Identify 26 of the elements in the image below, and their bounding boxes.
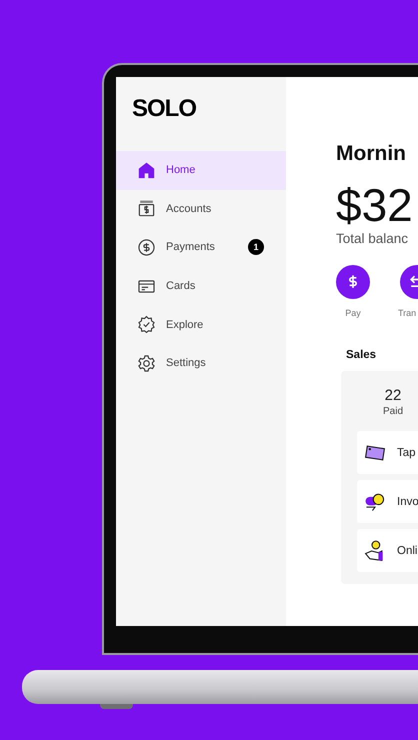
- nav-item[interactable]: Explore: [116, 305, 286, 344]
- sales-option[interactable]: Onli: [357, 529, 418, 572]
- nav-item[interactable]: Cards: [116, 266, 286, 306]
- action-button[interactable]: [336, 265, 370, 299]
- dollar-box-icon: [137, 199, 156, 218]
- laptop-notch: [100, 704, 133, 709]
- nav-item[interactable]: Payments 1: [116, 228, 286, 267]
- action-label: Pay: [345, 308, 361, 318]
- check-badge-icon: [137, 315, 156, 334]
- logo: SOLO: [132, 95, 198, 123]
- dollar-coin-icon: [137, 238, 156, 257]
- sales-option[interactable]: Invo: [357, 480, 418, 523]
- section-title: Sales: [346, 349, 378, 361]
- sales-option[interactable]: Tap: [357, 431, 418, 474]
- stat-value: 22: [384, 387, 402, 404]
- nav-item[interactable]: Accounts: [116, 190, 286, 228]
- home-icon: [137, 160, 156, 180]
- balance-amount: $32: [336, 182, 414, 228]
- count-badge: 1: [248, 239, 264, 256]
- balance-label: Total balanc: [336, 231, 410, 246]
- stat-label: Paid: [382, 406, 403, 417]
- settings-icon: [137, 354, 156, 373]
- nav-item[interactable]: Settings: [116, 344, 286, 383]
- nav-item[interactable]: Home: [116, 151, 286, 190]
- action-label: Tran: [398, 308, 416, 318]
- greeting-title: Mornin: [336, 142, 407, 166]
